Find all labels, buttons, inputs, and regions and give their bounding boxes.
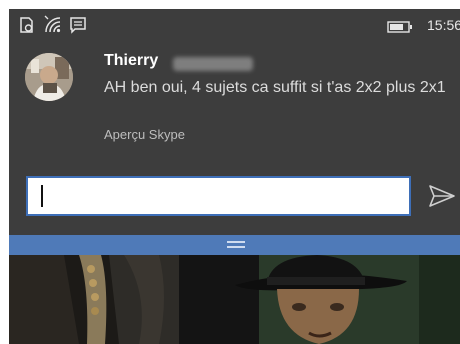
notification-source: Aperçu Skype (104, 127, 185, 142)
background-photo (9, 255, 460, 344)
app-notification-icon (19, 16, 35, 39)
reply-input[interactable] (26, 176, 411, 216)
notification-drag-handle[interactable] (9, 235, 460, 255)
send-button[interactable] (427, 183, 457, 209)
status-bar: 15:56 (9, 9, 460, 43)
redacted-surname (173, 57, 253, 71)
text-caret (41, 185, 43, 207)
battery-icon (387, 20, 413, 38)
sender-name: Thierry (104, 52, 159, 69)
avatar (25, 53, 73, 101)
wifi-icon (43, 14, 63, 39)
skype-notification[interactable]: Thierry AH ben oui, 4 sujets ca suffit s… (9, 43, 460, 235)
phone-screen: 15:56 Thierry AH ben oui, 4 sujets ca su… (9, 9, 460, 344)
notification-message: AH ben oui, 4 sujets ca suffit si t'as 2… (104, 79, 446, 96)
grip-icon (227, 241, 245, 248)
message-icon (69, 16, 87, 39)
clock-time: 15:56 (427, 17, 460, 33)
send-icon (427, 185, 457, 213)
